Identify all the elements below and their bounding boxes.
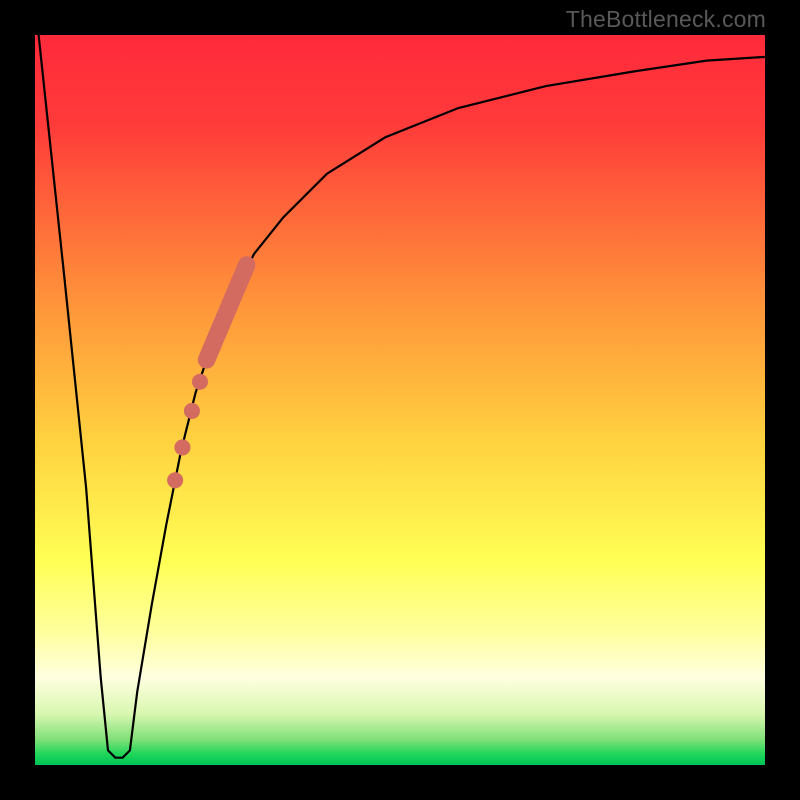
highlight-dot bbox=[192, 374, 208, 390]
highlight-dot bbox=[184, 403, 200, 419]
chart-svg bbox=[35, 35, 765, 765]
highlight-dot bbox=[167, 472, 183, 488]
plot-area bbox=[35, 35, 765, 765]
chart-frame: TheBottleneck.com bbox=[0, 0, 800, 800]
highlight-dot bbox=[174, 439, 190, 455]
watermark-text: TheBottleneck.com bbox=[566, 6, 766, 33]
gradient-background bbox=[35, 35, 765, 765]
